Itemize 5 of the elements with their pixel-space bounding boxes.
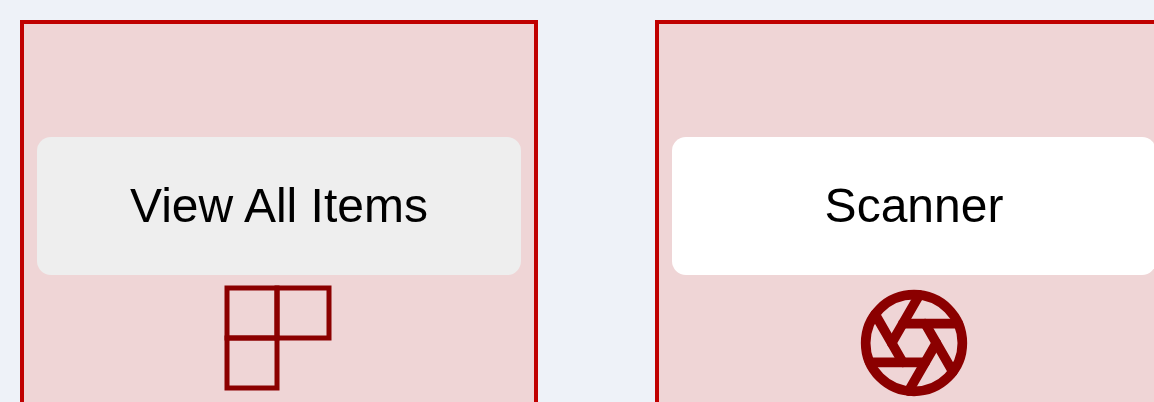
tile-button[interactable]: Scanner (655, 20, 1154, 402)
tile-button[interactable]: View All Items (20, 20, 538, 402)
grid-icon (224, 285, 334, 391)
tile-label: Scanner (672, 137, 1154, 275)
tile-label: View All Items (37, 137, 521, 275)
